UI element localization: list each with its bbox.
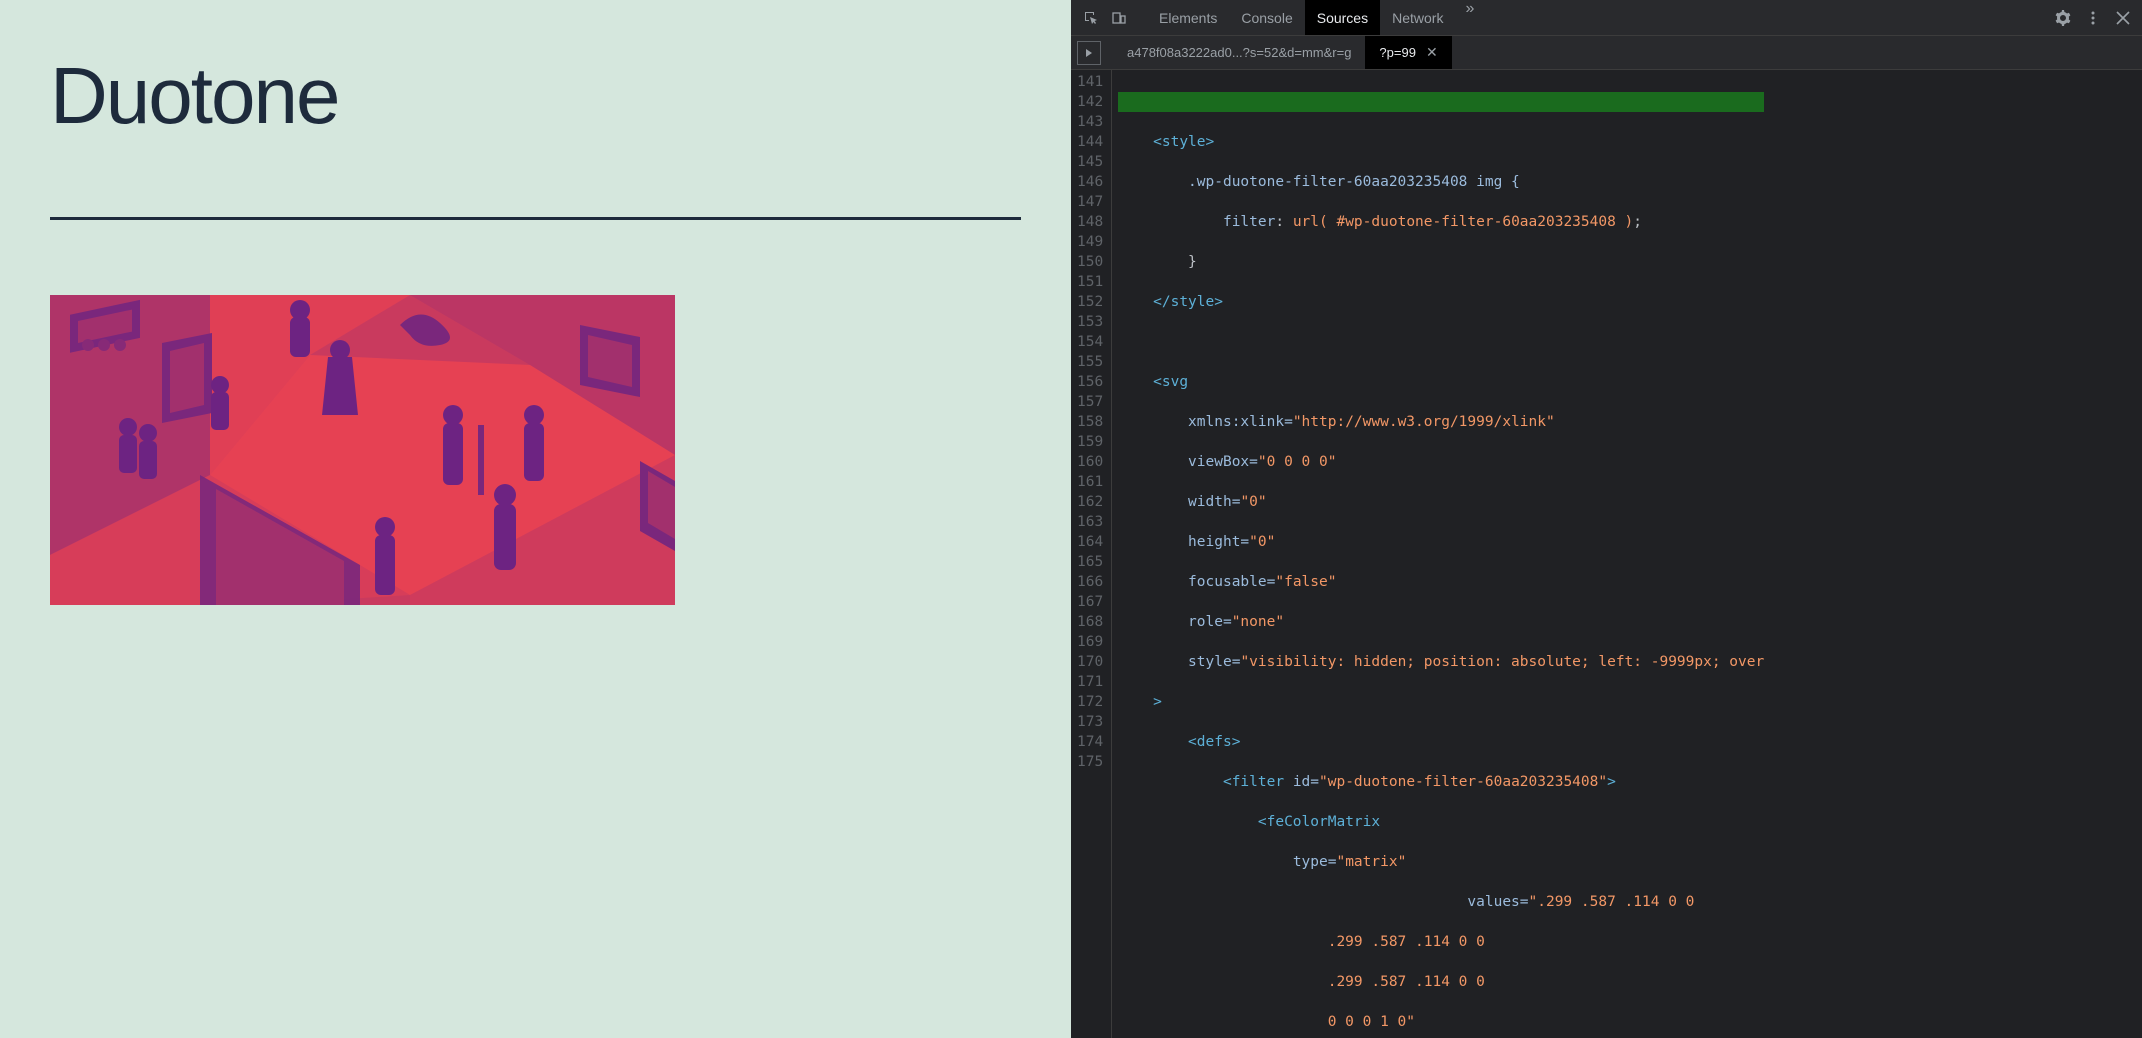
tabs-overflow-icon[interactable]: » — [1455, 0, 1484, 35]
page-preview: Duotone — [0, 0, 1071, 1038]
source-tab-label: ?p=99 — [1379, 45, 1416, 60]
code-editor[interactable]: 141 142 143 144 145 146 147 148 149 150 … — [1071, 70, 2142, 1038]
close-icon[interactable] — [2110, 4, 2136, 32]
tab-elements[interactable]: Elements — [1147, 0, 1229, 35]
devtools-toolbar: Elements Console Sources Network » — [1071, 0, 2142, 36]
page-title: Duotone — [50, 50, 1021, 142]
source-tab-file2[interactable]: ?p=99 ✕ — [1365, 36, 1451, 69]
inspect-icon[interactable] — [1077, 4, 1105, 32]
devtools-panel: Elements Console Sources Network » a478f… — [1071, 0, 2142, 1038]
navigator-toggle-icon[interactable] — [1077, 41, 1101, 65]
source-tab-file1[interactable]: a478f08a3222ad0...?s=52&d=mm&r=g — [1113, 36, 1365, 69]
duotone-image — [50, 295, 675, 605]
settings-icon[interactable] — [2050, 4, 2076, 32]
tab-sources[interactable]: Sources — [1305, 0, 1380, 35]
tab-close-icon[interactable]: ✕ — [1426, 44, 1438, 61]
source-file-tabs: a478f08a3222ad0...?s=52&d=mm&r=g ?p=99 ✕ — [1071, 36, 2142, 70]
tab-network[interactable]: Network — [1380, 0, 1455, 35]
code-content: <style> .wp-duotone-filter-60aa203235408… — [1112, 70, 1764, 1038]
kebab-icon[interactable] — [2080, 4, 2106, 32]
tab-console[interactable]: Console — [1229, 0, 1304, 35]
device-icon[interactable] — [1105, 4, 1133, 32]
divider — [50, 217, 1021, 220]
line-gutter: 141 142 143 144 145 146 147 148 149 150 … — [1071, 70, 1112, 1038]
